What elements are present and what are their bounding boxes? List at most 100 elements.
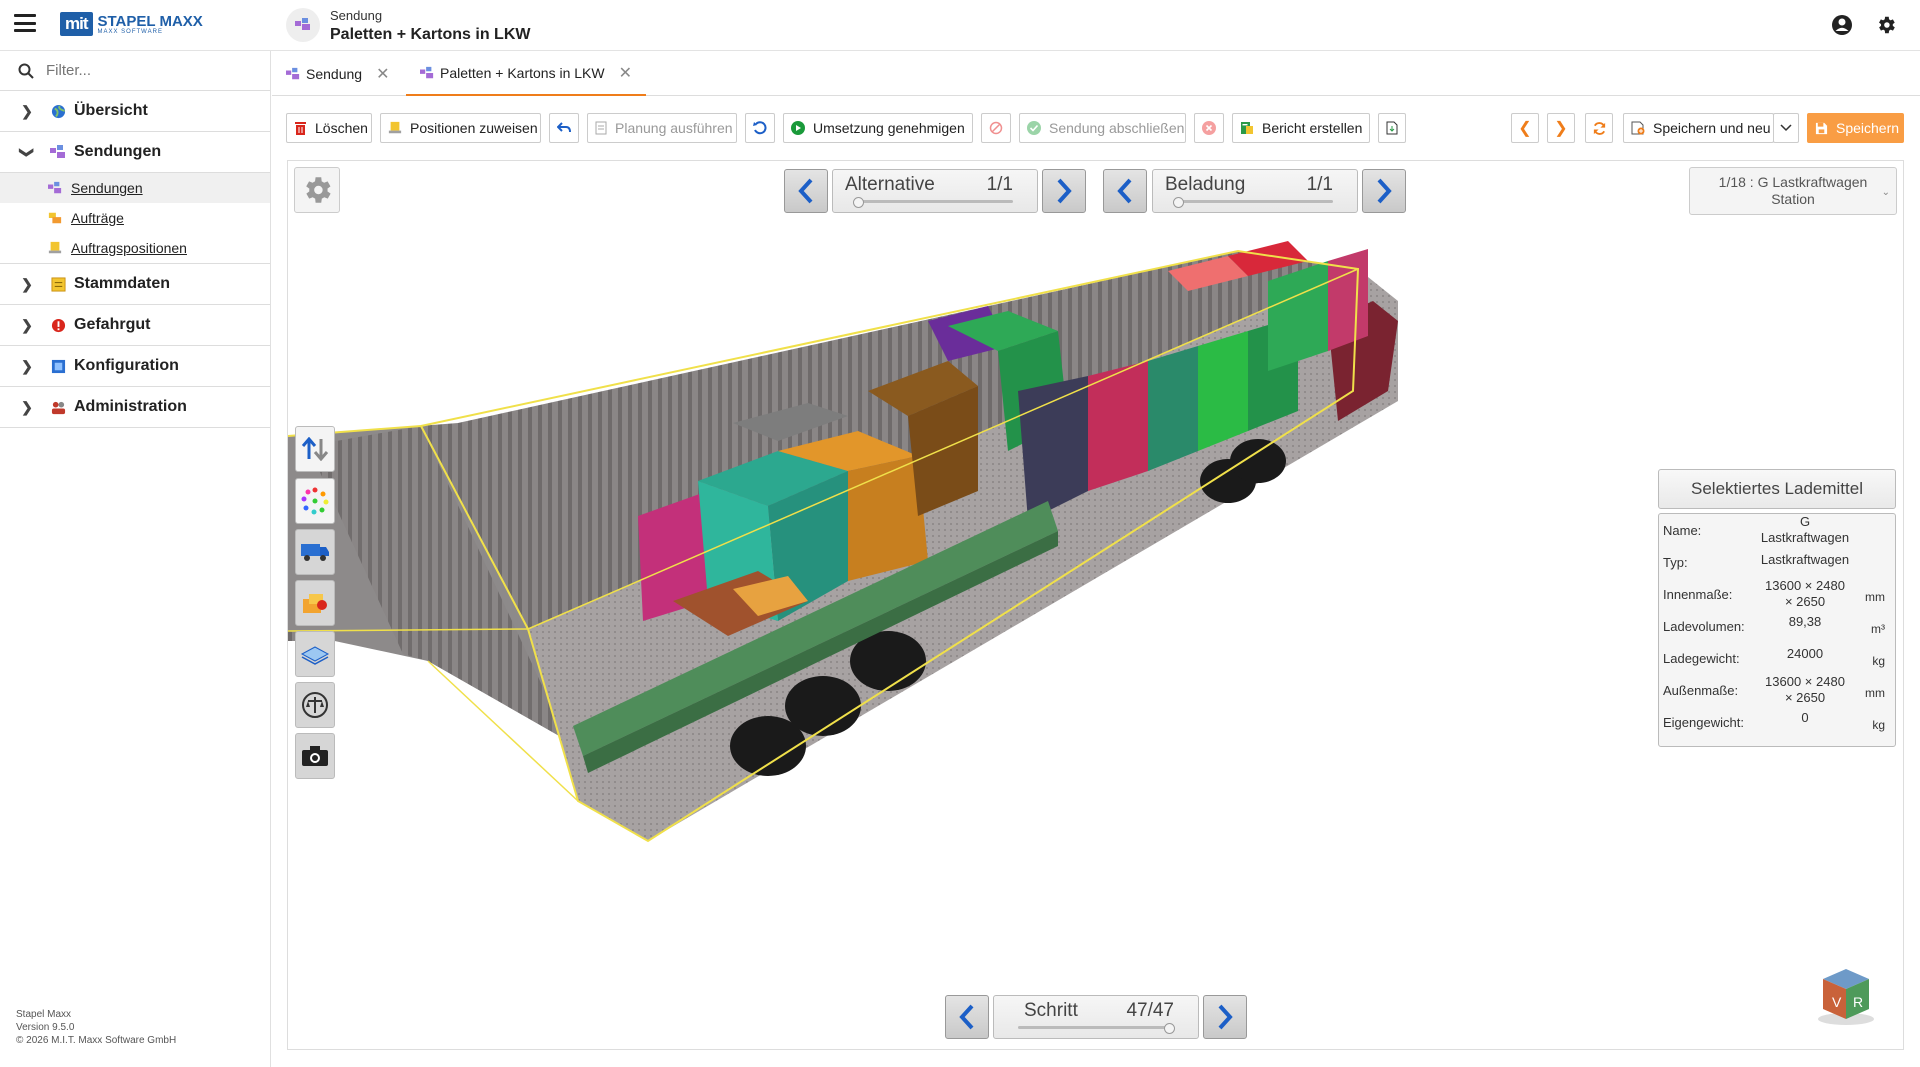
panel-row-payload: Ladegewicht: 24000 kg (1659, 642, 1897, 674)
filter-input[interactable] (46, 62, 246, 79)
play-icon (791, 121, 805, 135)
export-button[interactable] (1378, 113, 1406, 143)
chevron-left-icon (798, 178, 813, 204)
run-planning-button[interactable]: Planung ausführen (587, 113, 737, 143)
refresh-button[interactable] (1585, 113, 1613, 143)
vehicle-select[interactable]: 1/18 : G Lastkraftwagen Station ⌄ (1689, 167, 1897, 215)
alternative-prev-button[interactable] (784, 169, 828, 213)
sidebar-subitem-sendungen[interactable]: Sendungen (0, 173, 270, 203)
search-icon (18, 63, 34, 79)
step-slider[interactable] (1018, 1026, 1174, 1029)
alternative-slider-handle[interactable] (853, 197, 864, 208)
color-tool-button[interactable] (295, 478, 335, 524)
sidebar-item-label: Stammdaten (74, 275, 171, 292)
save-button[interactable]: Speichern (1807, 113, 1904, 143)
save-and-new-button[interactable]: Speichern und neu (1623, 113, 1774, 143)
tab-label: Sendung (306, 66, 363, 82)
orientation-cube-icon[interactable]: V R (1815, 965, 1877, 1027)
sidebar-item-gefahrgut[interactable]: ❯ Gefahrgut (0, 305, 270, 346)
sidebar-item-stammdaten[interactable]: ❯ Stammdaten (0, 264, 270, 305)
weight-balance-button[interactable] (295, 682, 335, 728)
next-button[interactable]: ❯ (1547, 113, 1575, 143)
loading-label: Beladung (1165, 174, 1246, 195)
chevron-right-icon[interactable]: ❯ (20, 276, 34, 293)
delete-button[interactable]: Löschen (286, 113, 372, 143)
sidebar-item-administration[interactable]: ❯ Administration (0, 387, 270, 428)
previous-button[interactable]: ❮ (1511, 113, 1539, 143)
cancel-approval-button[interactable] (981, 113, 1011, 143)
loading-slider[interactable] (1177, 200, 1333, 203)
breadcrumb-parent[interactable]: Sendung (330, 8, 382, 23)
step-next-button[interactable] (1203, 995, 1247, 1039)
footer-version: Version 9.5.0 (16, 1022, 75, 1033)
step-prev-button[interactable] (945, 995, 989, 1039)
close-icon[interactable]: ✕ (619, 63, 632, 83)
footer-copyright: © 2026 M.I.T. Maxx Software GmbH (16, 1035, 177, 1046)
chevron-right-icon[interactable]: ❯ (20, 103, 34, 120)
admin-icon (50, 399, 66, 415)
order-positions-icon (388, 121, 402, 135)
sidebar-item-label: Administration (74, 398, 187, 415)
chevron-right-icon[interactable]: ❯ (20, 358, 34, 375)
sidebar-item-sendungen[interactable]: ❯ Sendungen (0, 132, 270, 173)
loading-slider-handle[interactable] (1173, 197, 1184, 208)
sidebar-item-uebersicht[interactable]: ❯ Übersicht (0, 91, 270, 132)
chevron-right-icon[interactable]: ❯ (20, 399, 34, 416)
reset-button[interactable] (745, 113, 775, 143)
approve-execution-button[interactable]: Umsetzung genehmigen (783, 113, 973, 143)
goods-view-button[interactable] (295, 580, 335, 626)
close-icon[interactable]: ✕ (376, 64, 389, 84)
account-icon[interactable] (1831, 14, 1853, 36)
chevron-left-icon (959, 1004, 974, 1030)
app-logo[interactable]: mit STAPEL MAXX MAXX SOFTWARE (60, 12, 203, 36)
save-options-dropdown[interactable] (1773, 113, 1799, 143)
assign-positions-button[interactable]: Positionen zuweisen (380, 113, 541, 143)
panel-row-type: Typ: Lastkraftwagen (1659, 546, 1897, 578)
planning-icon (595, 121, 607, 135)
sidebar-subitem-auftragspositionen[interactable]: Auftragspositionen (0, 233, 270, 263)
pallet-view-button[interactable] (295, 631, 335, 677)
panel-row-volume: Ladevolumen: 89,38 m³ (1659, 610, 1897, 642)
alternative-selector[interactable]: Alternative 1/1 (832, 169, 1038, 213)
sidebar-item-konfiguration[interactable]: ❯ Konfiguration (0, 346, 270, 387)
close-shipment-button[interactable]: Sendung abschließen (1019, 113, 1186, 143)
sidebar: ❯ Übersicht ❯ Sendungen Sendungen Aufträ… (0, 51, 271, 1067)
settings-icon[interactable] (1875, 14, 1897, 36)
sidebar-item-label: Übersicht (74, 102, 148, 119)
loading-value: 1/1 (1306, 174, 1333, 195)
undo-button[interactable] (549, 113, 579, 143)
sidebar-subitem-auftraege[interactable]: Aufträge (0, 203, 270, 233)
row-value: G Lastkraftwagen (1759, 514, 1851, 546)
step-selector[interactable]: Schritt 47/47 (993, 995, 1199, 1039)
alternative-next-button[interactable] (1042, 169, 1086, 213)
alternative-label: Alternative (845, 174, 935, 195)
tab-paletten-kartons[interactable]: Paletten + Kartons in LKW ✕ (406, 52, 646, 96)
chevron-right-icon (1377, 178, 1392, 204)
panel-title: Selektiertes Lademittel (1658, 469, 1896, 509)
sort-tool-button[interactable] (295, 426, 335, 472)
camera-icon (302, 746, 328, 766)
chevron-down-icon[interactable]: ❯ (19, 145, 36, 159)
menu-icon[interactable] (14, 14, 36, 32)
row-value-line1: G (1799, 514, 1811, 529)
loading-next-button[interactable] (1362, 169, 1406, 213)
loading-prev-button[interactable] (1103, 169, 1147, 213)
tab-sendung[interactable]: Sendung ✕ (286, 52, 389, 96)
refresh-icon (1593, 121, 1605, 135)
3d-viewport[interactable]: Alternative 1/1 Beladung 1/1 1/18 : G La… (287, 160, 1904, 1050)
assign-label: Positionen zuweisen (410, 120, 538, 136)
chevron-right-icon[interactable]: ❯ (20, 317, 34, 334)
cancel-close-button[interactable] (1194, 113, 1224, 143)
save-label: Speichern (1836, 120, 1900, 136)
viewer-settings-button[interactable] (294, 167, 340, 213)
alternative-slider[interactable] (857, 200, 1013, 203)
save-icon (1815, 121, 1828, 135)
step-slider-handle[interactable] (1164, 1023, 1175, 1034)
tab-label: Paletten + Kartons in LKW (440, 65, 605, 81)
row-value: 0 (1801, 710, 1809, 725)
panel-row-name: Name: G Lastkraftwagen (1659, 514, 1897, 546)
loading-selector[interactable]: Beladung 1/1 (1152, 169, 1358, 213)
truck-view-button[interactable] (295, 529, 335, 575)
screenshot-button[interactable] (295, 733, 335, 779)
create-report-button[interactable]: Bericht erstellen (1232, 113, 1370, 143)
